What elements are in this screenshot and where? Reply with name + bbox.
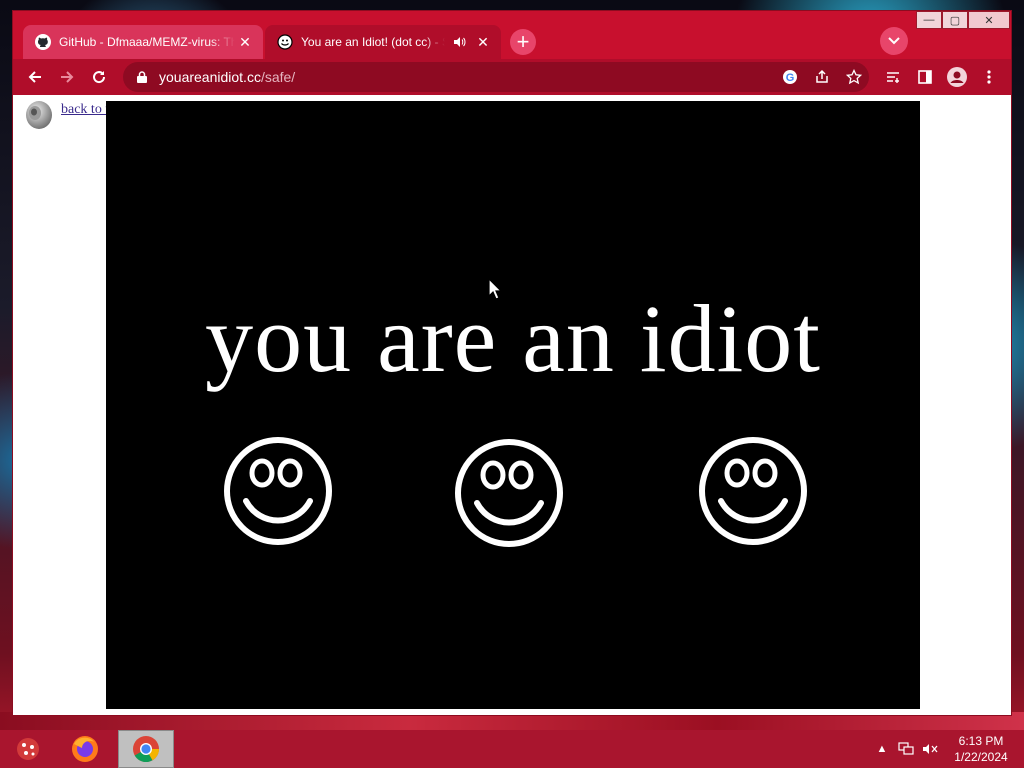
- idiot-animation-stage: you are an idiot: [106, 101, 920, 709]
- side-panel-icon[interactable]: [911, 63, 939, 91]
- svg-text:G: G: [786, 72, 795, 84]
- tab-strip: GitHub - Dfmaaa/MEMZ-virus: Th ✕ You are…: [13, 11, 1011, 59]
- network-icon[interactable]: [897, 740, 915, 758]
- minimize-button[interactable]: —: [916, 11, 942, 29]
- share-icon[interactable]: [811, 66, 833, 88]
- firefox-taskbar-icon[interactable]: [57, 730, 113, 768]
- menu-kebab-icon[interactable]: [975, 63, 1003, 91]
- tab-title: GitHub - Dfmaaa/MEMZ-virus: Th: [59, 35, 235, 49]
- mouse-cursor-icon: [488, 278, 502, 300]
- chrome-taskbar-icon[interactable]: [118, 730, 174, 768]
- smiley-icon: [277, 34, 293, 50]
- new-tab-button[interactable]: +: [510, 29, 536, 55]
- tab-github[interactable]: GitHub - Dfmaaa/MEMZ-virus: Th ✕: [23, 25, 263, 59]
- url-text: youareanidiot.cc/safe/: [159, 69, 296, 85]
- bookmark-star-icon[interactable]: [843, 66, 865, 88]
- smiley-face-icon: [455, 439, 563, 547]
- forward-button[interactable]: [53, 63, 81, 91]
- reload-button[interactable]: [85, 63, 113, 91]
- back-button[interactable]: [21, 63, 49, 91]
- volume-muted-icon[interactable]: [921, 740, 939, 758]
- close-window-button[interactable]: ✕: [968, 11, 1010, 29]
- close-icon[interactable]: ✕: [235, 32, 255, 52]
- maximize-button[interactable]: ▢: [942, 11, 968, 29]
- github-icon: [35, 34, 51, 50]
- smiley-face-icon: [224, 437, 332, 545]
- tab-you-are-an-idiot[interactable]: You are an Idiot! (dot cc) - Sa ✕: [265, 25, 501, 59]
- headline: you are an idiot: [205, 285, 821, 392]
- show-hidden-icons-chevron-icon[interactable]: ▲: [873, 740, 891, 758]
- address-bar[interactable]: youareanidiot.cc/safe/ G: [123, 62, 869, 92]
- tab-search-button[interactable]: [880, 27, 908, 55]
- system-clock[interactable]: 6:13 PM 1/22/2024: [946, 733, 1016, 765]
- browser-toolbar: youareanidiot.cc/safe/ G: [13, 59, 1011, 95]
- clock-time: 6:13 PM: [958, 734, 1004, 748]
- clock-date: 1/22/2024: [954, 750, 1008, 764]
- profile-avatar-icon[interactable]: [943, 63, 971, 91]
- smiley-face-icon: [699, 437, 807, 545]
- lock-icon[interactable]: [135, 70, 149, 84]
- google-lens-icon[interactable]: G: [779, 66, 801, 88]
- speaker-audio-icon[interactable]: [451, 34, 467, 50]
- taskbar: ▲ 6:13 PM 1/22/2024: [0, 730, 1024, 768]
- tab-title: You are an Idiot! (dot cc) - Sa: [301, 35, 445, 49]
- speaker-icon[interactable]: [21, 99, 55, 131]
- browser-window: GitHub - Dfmaaa/MEMZ-virus: Th ✕ You are…: [12, 10, 1012, 716]
- start-button[interactable]: [0, 730, 56, 768]
- page-content: back to the real deal you are an idiot: [13, 95, 1011, 715]
- close-icon[interactable]: ✕: [473, 32, 493, 52]
- reading-list-icon[interactable]: [879, 63, 907, 91]
